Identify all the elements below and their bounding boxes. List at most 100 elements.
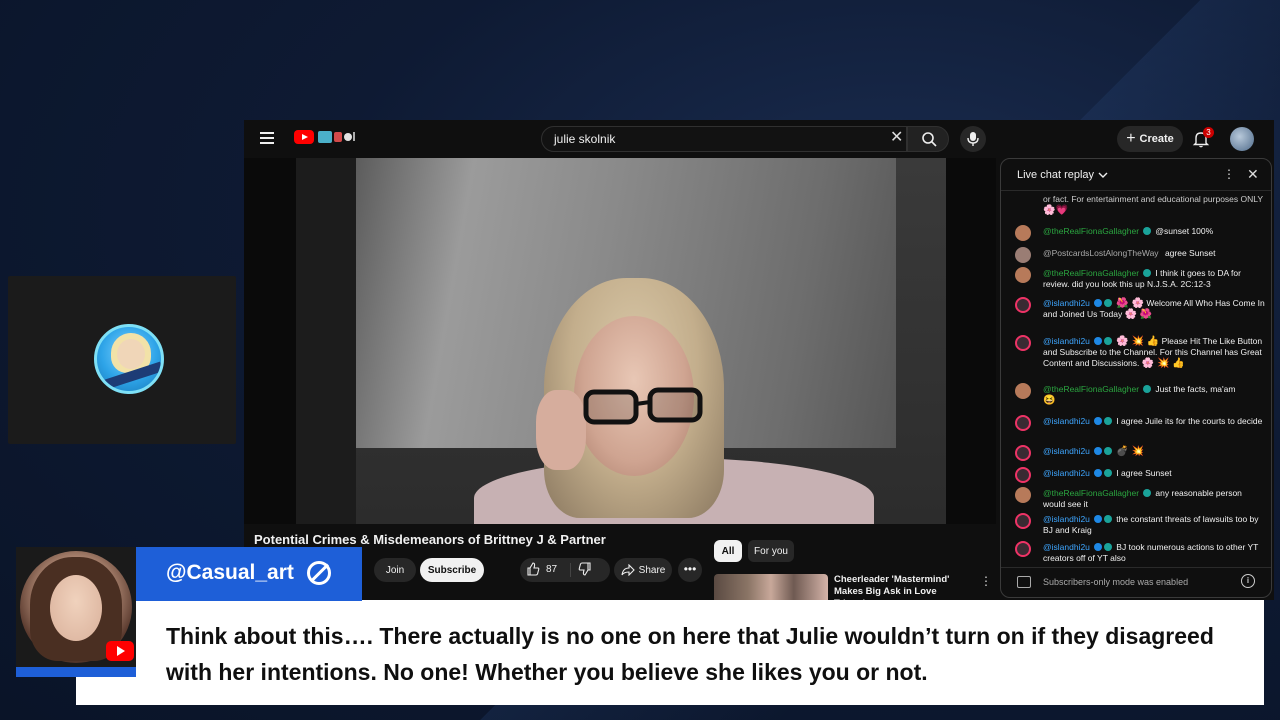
video-title: Potential Crimes & Misdemeanors of Britt… [254,532,606,547]
moderator-badge-icon [1093,515,1102,523]
like-count: 87 [546,563,558,575]
chat-options-icon[interactable]: ⋮ [1223,167,1235,181]
thumbs-down-icon [578,562,591,576]
chat-author[interactable]: @theRealFionaGallagher [1043,226,1139,236]
like-button[interactable]: 87 [526,562,557,576]
comment-author: @Casual_art [166,561,294,584]
flower-burst-thumbs-emoji-icon: 🌸 💥 👍 [1116,336,1160,347]
share-button[interactable]: Share [614,558,672,582]
video-person-hand [536,390,586,470]
channel-logo [94,324,164,394]
moderator-badge-icon [1093,543,1102,551]
chat-avatar[interactable] [1015,445,1031,461]
chat-avatar[interactable] [1015,247,1031,263]
moderator-badge-icon [1093,299,1102,307]
chat-author[interactable]: @theRealFionaGallagher [1043,268,1139,278]
chat-author[interactable]: @islandhi2u [1043,468,1090,478]
like-separator [570,563,571,577]
chat-avatar[interactable] [1015,415,1031,431]
chat-footer-text: Subscribers-only mode was enabled [1043,577,1189,587]
video-shadow [296,158,356,524]
member-badge-icon [1143,269,1152,277]
subscribe-button[interactable]: Subscribe [420,558,484,582]
chat-avatar[interactable] [1015,467,1031,483]
chat-avatar[interactable] [1015,383,1031,399]
chat-avatar[interactable] [1015,297,1031,313]
flower-burst-thumbs-emoji-icon: 🌸 💥 👍 [1141,358,1185,369]
flower-emoji-icon: 🌸💗 [1043,205,1068,216]
youtube-badge-icon [106,641,134,661]
video-player[interactable] [244,158,996,524]
chat-message-text: agree Sunset [1164,248,1216,258]
chat-author[interactable]: @islandhi2u [1043,446,1090,456]
member-badge-icon [1103,469,1112,477]
recommended-title[interactable]: Cheerleader 'Mastermind' Makes Big Ask i… [834,574,974,600]
chat-message-text: I agree Sunset [1116,468,1172,478]
youtube-logo-icon[interactable] [294,130,314,144]
chat-messages: or fact. For entertainment and education… [1001,191,1271,561]
chat-mode-dropdown[interactable]: Live chat replay [1017,169,1108,181]
chip-all[interactable]: All [714,540,742,562]
chat-header-title: Live chat replay [1017,169,1095,181]
chat-header: Live chat replay ⋮ ✕ [1001,159,1271,191]
chat-author[interactable]: @islandhi2u [1043,542,1090,552]
prohibited-icon [307,561,331,585]
dislike-button[interactable] [578,562,592,581]
chat-author[interactable]: @theRealFionaGallagher [1043,384,1139,394]
like-dislike-group: 87 [520,558,610,582]
chat-avatar[interactable] [1015,225,1031,241]
search-button[interactable] [907,126,949,152]
chat-author[interactable]: @islandhi2u [1043,416,1090,426]
bomb-burst-emoji-icon: 💣 💥 [1116,446,1144,457]
member-badge-icon [1103,543,1112,551]
chat-message-text: or fact. For entertainment and education… [1043,194,1263,204]
chip-for-you[interactable]: For you [748,540,794,562]
recommended-menu-icon[interactable]: ⋮ [980,574,992,588]
notification-count-badge: 3 [1203,127,1214,138]
close-icon[interactable]: ✕ [1247,166,1259,183]
moderator-badge-icon [1093,337,1102,345]
youtube-window: julie skolnik ✕ + Create 3 Potential Cri… [244,120,1274,600]
member-badge-icon [1143,489,1152,497]
chevron-down-icon [1098,172,1108,178]
search-input[interactable]: julie skolnik [541,126,907,152]
create-button[interactable]: + Create [1117,126,1183,152]
clear-search-icon[interactable]: ✕ [890,130,903,146]
plus-icon: + [1126,130,1136,147]
menu-icon[interactable] [260,132,274,144]
member-badge-icon [1143,385,1152,393]
mic-icon [967,132,979,146]
voice-search-button[interactable] [960,126,986,152]
search-icon [922,132,937,147]
laughing-emoji-icon: 😆 [1043,395,1056,406]
member-badge-icon [1103,337,1112,345]
moderator-badge-icon [1093,447,1102,455]
member-badge-icon [1103,515,1112,523]
recommended-thumbnail[interactable] [714,574,828,600]
subscribers-only-icon [1017,576,1031,588]
chat-author[interactable]: @islandhi2u [1043,298,1090,308]
chat-avatar[interactable] [1015,487,1031,503]
moderator-badge-icon [1093,417,1102,425]
chat-avatar[interactable] [1015,541,1031,557]
comment-overlay: Think about this…. There actually is no … [76,600,1264,705]
info-icon[interactable]: i [1241,574,1255,588]
more-actions-icon[interactable]: ••• [678,558,702,582]
flower-emoji-icon: 🌺 🌸 [1116,298,1144,309]
doodle-icon [318,131,355,143]
live-chat-panel: Live chat replay ⋮ ✕ or fact. For entert… [1000,158,1272,598]
chat-author[interactable]: @islandhi2u [1043,336,1090,346]
chat-author[interactable]: @PostcardsLostAlongTheWay [1043,248,1159,258]
chat-author[interactable]: @theRealFionaGallagher [1043,488,1139,498]
member-badge-icon [1103,447,1112,455]
chat-author[interactable]: @islandhi2u [1043,514,1090,524]
chat-message-text: I agree Juile its for the courts to deci… [1116,416,1263,426]
account-avatar[interactable] [1230,127,1254,151]
chat-avatar[interactable] [1015,267,1031,283]
comment-text: Think about this…. There actually is no … [166,623,1214,685]
join-button[interactable]: Join [374,558,416,582]
create-label: Create [1139,133,1174,145]
chat-avatar[interactable] [1015,335,1031,351]
chat-avatar[interactable] [1015,513,1031,529]
flower-emoji-icon: 🌸 🌺 [1124,309,1153,320]
